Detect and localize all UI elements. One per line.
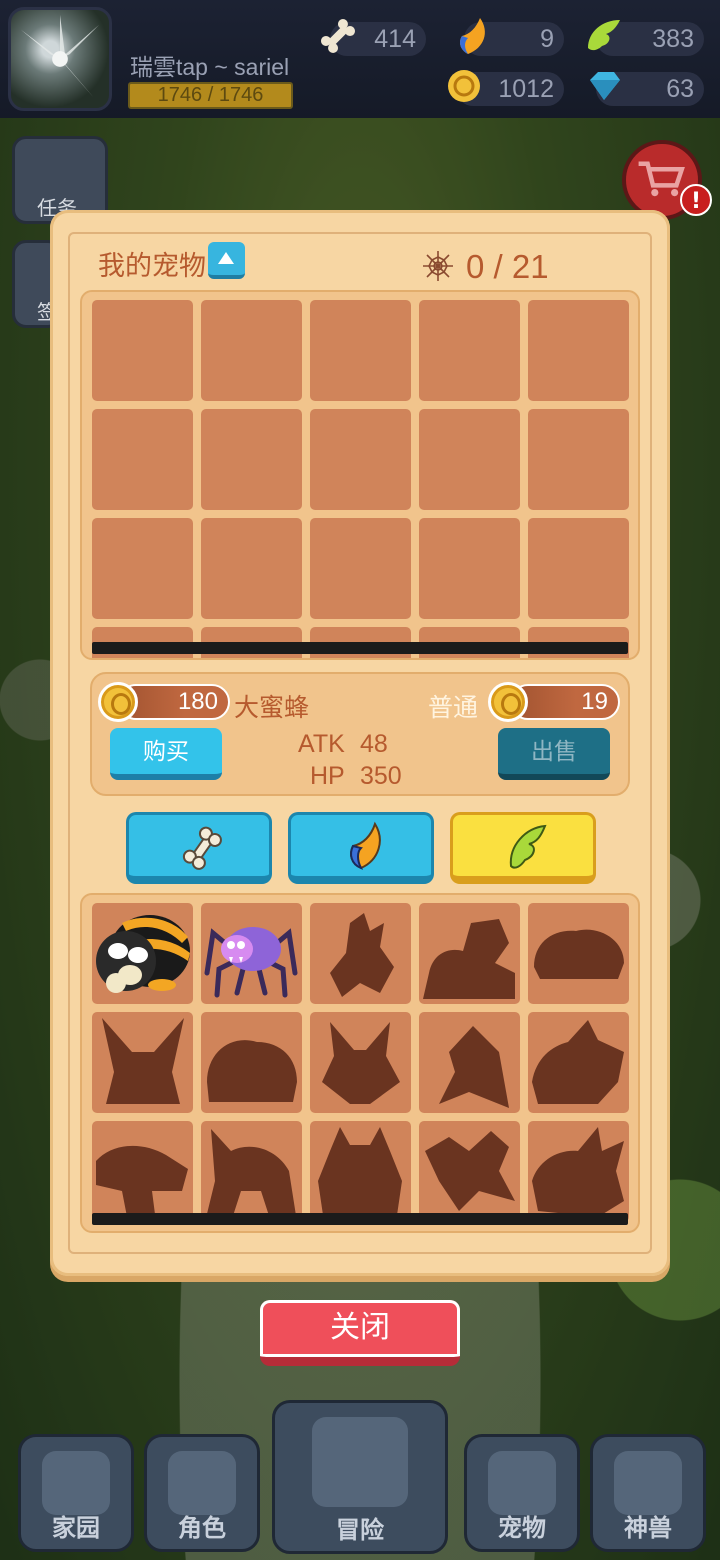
- pet-name: 大蜜蜂: [234, 693, 310, 722]
- wing-count: 383: [652, 25, 694, 53]
- inventory-slot[interactable]: [310, 300, 411, 401]
- inventory-slot[interactable]: [419, 518, 520, 619]
- alert-icon: !: [680, 184, 712, 216]
- grid-scroll-edge: [92, 1213, 628, 1225]
- gem-count: 63: [666, 75, 694, 103]
- gold-coin-icon: [448, 70, 480, 102]
- close-button[interactable]: 关闭: [260, 1300, 460, 1366]
- nav-adventure-label: 冒险: [336, 1516, 384, 1544]
- locked-pet-card[interactable]: [419, 1121, 520, 1222]
- top-hud: 瑞雲tap ~ sariel 1746 / 1746 414 9 383 101…: [0, 0, 720, 118]
- wing-icon: [509, 824, 547, 869]
- inventory-slot[interactable]: [92, 300, 193, 401]
- wing-counter: 383: [588, 20, 704, 56]
- locked-pet-card[interactable]: [419, 1012, 520, 1113]
- sell-button[interactable]: 出售: [498, 728, 610, 780]
- pet-capacity: 0 / 21: [466, 248, 549, 285]
- claw-icon: [460, 18, 485, 54]
- nav-beast-label: 神兽: [624, 1514, 672, 1542]
- gold-coin-icon: [98, 682, 138, 722]
- sell-price-value: 19: [581, 688, 608, 715]
- hp-label: HP: [310, 762, 345, 790]
- nav-pets-label: 宠物: [498, 1514, 546, 1542]
- buy-price-value: 180: [177, 688, 218, 715]
- locked-pet-card[interactable]: [92, 1121, 193, 1222]
- locked-pet-card[interactable]: [310, 903, 411, 1004]
- pet-info-box: 180 大蜜蜂 普通 19 购买 ATK 48 HP 350 出售: [90, 672, 630, 796]
- claw-counter: 9: [460, 18, 564, 56]
- nav-role-label: 角色: [178, 1514, 226, 1542]
- dinosaur-skull-icon: [614, 1451, 682, 1515]
- locked-pet-card[interactable]: [419, 903, 520, 1004]
- nav-adventure[interactable]: 冒险: [272, 1400, 448, 1554]
- tab-claw[interactable]: [288, 812, 434, 884]
- gem-counter: 63: [590, 72, 704, 106]
- claw-icon: [350, 821, 381, 870]
- pet-inventory-grid: [80, 290, 640, 660]
- nav-pets[interactable]: 宠物: [464, 1434, 580, 1552]
- collapse-button[interactable]: [208, 242, 245, 279]
- spiderweb-icon: [423, 251, 453, 281]
- atk-label: ATK: [298, 730, 345, 758]
- player-hp-bar: 1746 / 1746: [128, 82, 293, 109]
- gold-counter: 1012: [448, 70, 564, 106]
- inventory-slot[interactable]: [92, 518, 193, 619]
- tab-wing[interactable]: [450, 812, 596, 884]
- pet-icon: [488, 1451, 556, 1515]
- inventory-slot[interactable]: [528, 300, 629, 401]
- tab-bone[interactable]: [126, 812, 272, 884]
- inventory-slot[interactable]: [310, 409, 411, 510]
- nav-beast[interactable]: 神兽: [590, 1434, 706, 1552]
- inventory-slot[interactable]: [528, 409, 629, 510]
- pet-collection-grid: [80, 893, 640, 1233]
- nav-home[interactable]: 家园: [18, 1434, 134, 1552]
- pet-rarity: 普通: [428, 693, 479, 722]
- inventory-slot[interactable]: [310, 518, 411, 619]
- inventory-slot[interactable]: [528, 518, 629, 619]
- inventory-slot[interactable]: [419, 300, 520, 401]
- bone-icon: [320, 18, 356, 54]
- adventure-icon: [312, 1417, 408, 1507]
- player-avatar[interactable]: [8, 7, 112, 111]
- wing-icon: [588, 20, 620, 51]
- locked-pet-card[interactable]: [201, 1012, 302, 1113]
- inventory-slot[interactable]: [419, 409, 520, 510]
- nav-role[interactable]: 角色: [144, 1434, 260, 1552]
- gem-icon: [590, 72, 620, 100]
- inventory-slot[interactable]: [201, 518, 302, 619]
- locked-pet-card[interactable]: [92, 1012, 193, 1113]
- home-icon: [42, 1451, 110, 1515]
- locked-pet-card[interactable]: [528, 1121, 629, 1222]
- inventory-slot[interactable]: [201, 300, 302, 401]
- grid-scroll-edge: [92, 642, 628, 654]
- mask-icon: [168, 1451, 236, 1515]
- inventory-slot[interactable]: [201, 409, 302, 510]
- player-name: 瑞雲tap ~ sariel: [130, 54, 290, 80]
- bone-count: 414: [374, 25, 416, 53]
- hp-value: 350: [360, 762, 402, 790]
- inventory-slot[interactable]: [92, 409, 193, 510]
- gold-count: 1012: [498, 75, 554, 103]
- locked-pet-card[interactable]: [528, 1012, 629, 1113]
- bee-pet-card[interactable]: [92, 903, 193, 1004]
- gold-coin-icon: [488, 682, 528, 722]
- claw-count: 9: [540, 25, 554, 53]
- nav-home-label: 家园: [52, 1514, 100, 1542]
- bone-icon: [182, 826, 222, 870]
- atk-value: 48: [360, 730, 388, 758]
- locked-pet-card[interactable]: [310, 1121, 411, 1222]
- locked-pet-card[interactable]: [528, 903, 629, 1004]
- locked-pet-card[interactable]: [310, 1012, 411, 1113]
- locked-pet-card[interactable]: [201, 1121, 302, 1222]
- bone-counter: 414: [320, 18, 426, 56]
- my-pets-panel: 我的宠物 0 / 21 180 大蜜蜂 普通 19 购买 ATK 48 HP 3…: [50, 210, 670, 1276]
- spider-pet-card[interactable]: [201, 903, 302, 1004]
- buy-button[interactable]: 购买: [110, 728, 222, 780]
- panel-title: 我的宠物: [98, 251, 206, 282]
